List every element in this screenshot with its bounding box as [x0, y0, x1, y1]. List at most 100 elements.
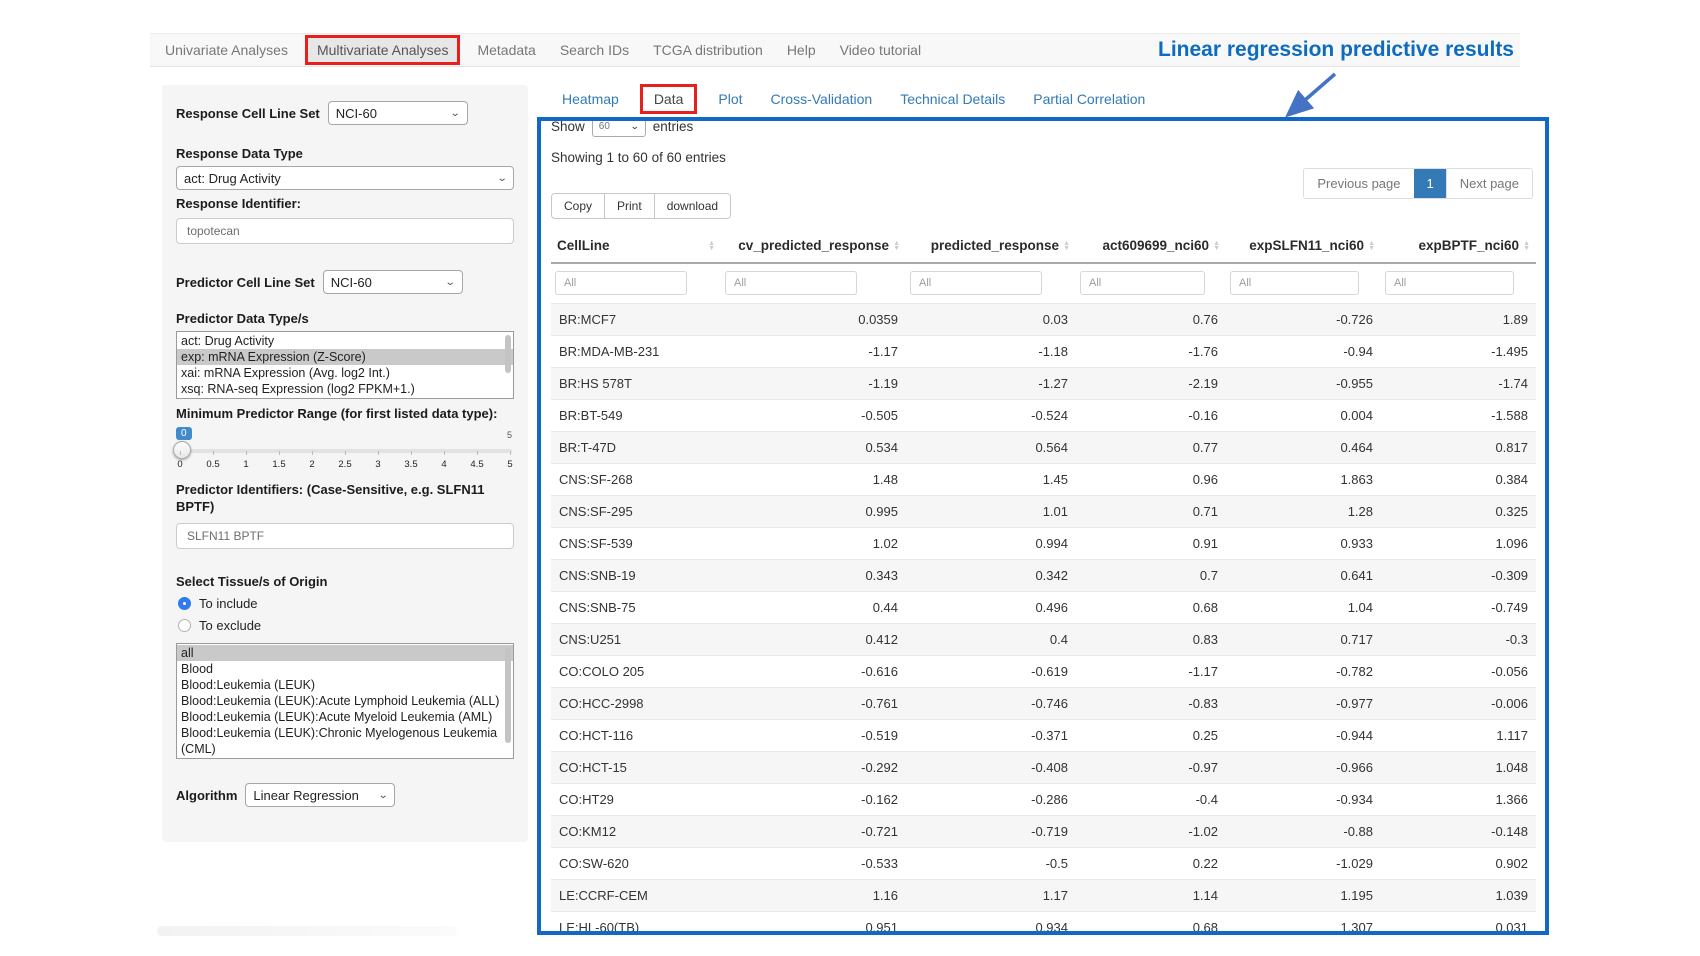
show-entries-select[interactable]: 60 ⌄ — [592, 117, 646, 137]
sort-icon[interactable]: ▲▼ — [708, 241, 715, 251]
predictor-data-type-option[interactable]: xsq: RNA-seq Expression (log2 FPKM+1.) — [177, 381, 513, 397]
value-cell: 0.0359 — [721, 304, 906, 336]
min-predictor-range-slider[interactable]: 0 5 00.511.522.533.544.55 — [176, 427, 514, 475]
tab-partial-correlation[interactable]: Partial Correlation — [1019, 85, 1159, 113]
nav-item-video-tutorial[interactable]: Video tutorial — [828, 42, 933, 58]
value-cell: -0.533 — [721, 848, 906, 880]
tissue-origin-option[interactable]: Blood:Leukemia (LEUK) — [177, 677, 513, 693]
table-row: CO:HT29-0.162-0.286-0.4-0.9341.366 — [551, 784, 1536, 816]
column-header-cv-predicted-response[interactable]: cv_predicted_response ▲▼ — [721, 231, 906, 263]
value-cell: 0.4 — [906, 624, 1076, 656]
previous-page-button[interactable]: Previous page — [1304, 169, 1413, 198]
sort-icon[interactable]: ▲▼ — [1523, 241, 1530, 251]
tissue-origin-option[interactable]: Blood:Leukemia (LEUK):Acute Lymphoid Leu… — [177, 693, 513, 709]
tab-cross-validation[interactable]: Cross-Validation — [757, 85, 887, 113]
value-cell: 0.77 — [1076, 432, 1226, 464]
print-button[interactable]: Print — [605, 194, 655, 218]
value-cell: 0.03 — [906, 304, 1076, 336]
tissue-origin-option[interactable]: all — [177, 645, 513, 661]
cell-line-name: BR:MDA-MB-231 — [551, 336, 721, 368]
value-cell: 0.342 — [906, 560, 1076, 592]
export-button-group: Copy Print download — [551, 193, 731, 219]
column-filter-input-cv-predicted-response[interactable]: All — [725, 271, 857, 295]
value-cell: -0.83 — [1076, 688, 1226, 720]
column-filter-input-cellline[interactable]: All — [555, 271, 687, 295]
tissue-to-include-radio[interactable]: To include — [178, 596, 514, 611]
radio-button-icon[interactable] — [178, 619, 191, 632]
value-cell: -0.162 — [721, 784, 906, 816]
predictor-data-types-listbox[interactable]: act: Drug Activityexp: mRNA Expression (… — [176, 331, 514, 399]
column-filter-input-expslfn11-nci60[interactable]: All — [1230, 271, 1359, 295]
tissue-to-exclude-radio[interactable]: To exclude — [178, 618, 514, 633]
value-cell: 1.048 — [1381, 752, 1536, 784]
response-cell-line-set-select[interactable]: NCI-60 ⌄ — [328, 101, 468, 125]
value-cell: 1.16 — [721, 880, 906, 912]
column-header-cellline[interactable]: CellLine▲▼ — [551, 231, 721, 263]
sort-icon[interactable]: ▲▼ — [1213, 241, 1220, 251]
sort-icon[interactable]: ▲▼ — [893, 241, 900, 251]
predictor-data-type-option[interactable]: xai: mRNA Expression (Avg. log2 Int.) — [177, 365, 513, 381]
column-filter-input-expbptf-nci60[interactable]: All — [1385, 271, 1514, 295]
column-header-act609699-nci60[interactable]: act609699_nci60▲▼ — [1076, 231, 1226, 263]
slider-handle[interactable] — [173, 441, 191, 459]
page: Univariate Analyses Multivariate Analyses… — [0, 0, 1700, 956]
value-cell: -1.74 — [1381, 368, 1536, 400]
nav-item-tcga-distribution[interactable]: TCGA distribution — [641, 42, 775, 58]
tab-data[interactable]: Data — [640, 84, 698, 114]
response-identifier-input[interactable]: topotecan — [176, 218, 514, 244]
listbox-scrollbar[interactable] — [505, 647, 511, 743]
column-header-predicted-response[interactable]: predicted_response▲▼ — [906, 231, 1076, 263]
column-header-label: expBPTF_nci60 — [1419, 238, 1520, 253]
value-cell: -1.17 — [1076, 656, 1226, 688]
column-filter-input-predicted-response[interactable]: All — [910, 271, 1042, 295]
top-navbar: Univariate Analyses Multivariate Analyses… — [150, 33, 1520, 67]
tissue-origin-listbox[interactable]: allBloodBlood:Leukemia (LEUK)Blood:Leuke… — [176, 643, 514, 759]
column-header-label: cv_predicted_response — [738, 238, 889, 253]
value-cell: -0.721 — [721, 816, 906, 848]
slider-tick-label: 0 — [176, 459, 184, 470]
nav-item-metadata[interactable]: Metadata — [465, 42, 547, 58]
cell-line-name: CO:SW-620 — [551, 848, 721, 880]
value-cell: 0.384 — [1381, 464, 1536, 496]
tab-technical-details[interactable]: Technical Details — [886, 85, 1019, 113]
column-header-expbptf-nci60[interactable]: expBPTF_nci60▲▼ — [1381, 231, 1536, 263]
predictor-cell-line-set-select[interactable]: NCI-60 ⌄ — [323, 270, 463, 294]
value-cell: 0.343 — [721, 560, 906, 592]
next-page-button[interactable]: Next page — [1446, 169, 1532, 198]
tissue-origin-option[interactable]: Blood:Leukemia (LEUK):Chronic Myelogenou… — [177, 725, 513, 757]
tissue-origin-option[interactable]: Blood — [177, 661, 513, 677]
value-cell: -0.616 — [721, 656, 906, 688]
algorithm-label: Algorithm — [176, 787, 237, 804]
sort-icon[interactable]: ▲▼ — [1368, 241, 1375, 251]
slider-tick-label: 0.5 — [206, 459, 219, 470]
predictor-identifiers-input[interactable]: SLFN11 BPTF — [176, 523, 514, 549]
predictor-data-type-option[interactable]: act: Drug Activity — [177, 333, 513, 349]
tab-heatmap[interactable]: Heatmap — [548, 85, 633, 113]
nav-item-univariate-analyses[interactable]: Univariate Analyses — [153, 42, 300, 58]
sort-icon[interactable]: ▲▼ — [1063, 241, 1070, 251]
tissue-origin-option[interactable]: Blood:Leukemia (LEUK):Acute Myeloid Leuk… — [177, 709, 513, 725]
cell-line-name: CO:HCT-116 — [551, 720, 721, 752]
value-cell: 0.25 — [1076, 720, 1226, 752]
value-cell: -0.056 — [1381, 656, 1536, 688]
nav-item-multivariate-analyses[interactable]: Multivariate Analyses — [305, 35, 461, 65]
value-cell: -1.02 — [1076, 816, 1226, 848]
listbox-scrollbar[interactable] — [505, 335, 511, 373]
filter-cell: All — [721, 263, 906, 304]
tab-plot[interactable]: Plot — [704, 85, 756, 113]
nav-item-search-ids[interactable]: Search IDs — [548, 42, 641, 58]
radio-button-icon[interactable] — [178, 597, 191, 610]
copy-button[interactable]: Copy — [552, 194, 605, 218]
algorithm-select[interactable]: Linear Regression ⌄ — [245, 783, 395, 807]
cell-line-name: LE:CCRF-CEM — [551, 880, 721, 912]
value-cell: 0.71 — [1076, 496, 1226, 528]
column-header-expslfn11-nci60[interactable]: expSLFN11_nci60▲▼ — [1226, 231, 1381, 263]
column-filter-input-act609699-nci60[interactable]: All — [1080, 271, 1205, 295]
cell-line-name: BR:BT-549 — [551, 400, 721, 432]
predictor-data-type-option[interactable]: exp: mRNA Expression (Z-Score) — [177, 349, 513, 365]
page-1-button[interactable]: 1 — [1414, 169, 1446, 198]
response-data-type-select[interactable]: act: Drug Activity ⌄ — [176, 166, 514, 190]
download-button[interactable]: download — [655, 194, 730, 218]
nav-item-help[interactable]: Help — [775, 42, 828, 58]
value-cell: -0.782 — [1226, 656, 1381, 688]
